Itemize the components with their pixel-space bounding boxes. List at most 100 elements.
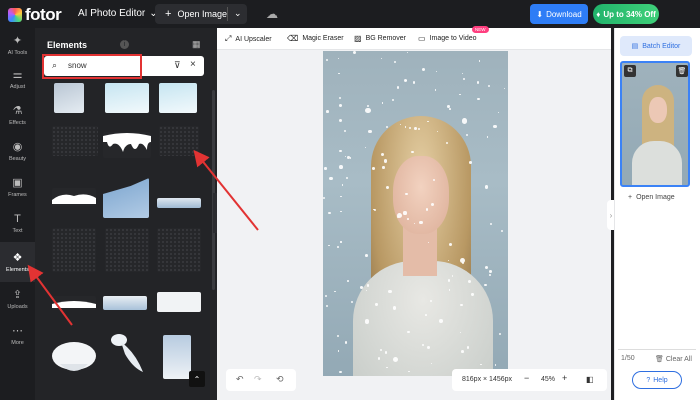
promo-button[interactable]: ♦ Up to 34% Off [593, 4, 659, 24]
open-image-link[interactable]: + Open Image [628, 194, 675, 201]
image-to-video-button[interactable]: ▭ Image to Video [418, 34, 477, 43]
grid-icon[interactable]: ▦ [192, 39, 201, 50]
snowflake [430, 202, 434, 206]
zoom-out-icon[interactable]: − [524, 373, 529, 383]
snowflake [380, 57, 383, 60]
reset-icon[interactable]: ⟲ [276, 374, 284, 385]
element-thumbnail[interactable] [52, 188, 96, 206]
rail-item-elements[interactable]: ❖ Elements [0, 242, 35, 282]
element-thumbnail[interactable] [159, 126, 199, 156]
snowflake [445, 141, 448, 144]
snowflake [488, 269, 492, 273]
snowflake [366, 284, 370, 287]
trash-icon[interactable]: 🗑 [676, 65, 688, 77]
rail-item-ai-tools[interactable]: ✦ AI Tools [0, 28, 35, 62]
snowflake [419, 221, 423, 225]
snowflake [337, 350, 340, 353]
elements-panel: Elements i ▦ ⌕ snow ⊽ × [35, 28, 217, 400]
bg-remover-button[interactable]: ▨ BG Remover [354, 34, 406, 43]
element-thumbnail[interactable] [52, 228, 96, 272]
rail-item-uploads[interactable]: ⇪ Uploads [0, 282, 35, 316]
chevron-down-icon[interactable]: ⌄ [234, 8, 242, 19]
magic-eraser-button[interactable]: ⌫ Magic Eraser [287, 34, 344, 43]
info-icon[interactable]: i [120, 40, 129, 49]
snowflake [489, 222, 493, 226]
snowflake [380, 348, 382, 351]
panel-scrollbar[interactable] [212, 90, 215, 290]
rail-item-beauty[interactable]: ◉ Beauty [0, 134, 35, 168]
snowflake [467, 279, 471, 283]
element-thumbnail[interactable] [105, 228, 149, 272]
element-thumbnail[interactable] [157, 198, 201, 208]
fotor-logo[interactable]: fotor [8, 5, 62, 25]
snowflake [334, 290, 336, 293]
redo-icon[interactable]: ↷ [254, 374, 262, 385]
help-button[interactable]: ? Help [632, 371, 682, 389]
download-icon: ⬇ [536, 9, 544, 19]
magic-wand-icon: ✦ [12, 34, 23, 47]
element-thumbnail[interactable] [105, 328, 149, 376]
snowflake [325, 58, 329, 61]
fit-screen-icon[interactable]: ◧ [586, 375, 594, 384]
snowflake [328, 244, 330, 247]
snowflake [347, 279, 349, 282]
top-bar: fotor AI Photo Editor ⌄ + Open Image ⌄ ☁… [0, 0, 700, 28]
layers-icon[interactable]: ⧉ [624, 65, 636, 77]
scroll-to-top-button[interactable]: ⌃ [189, 371, 205, 387]
filter-icon[interactable]: ⊽ [174, 60, 181, 71]
download-button[interactable]: ⬇ Download [530, 4, 588, 24]
zoom-in-icon[interactable]: + [562, 373, 567, 383]
snowflake [478, 60, 481, 62]
snowflake [484, 266, 488, 270]
zoom-level[interactable]: 45% [541, 376, 555, 383]
rail-item-effects[interactable]: ⚗ Effects [0, 98, 35, 132]
snowflake [471, 293, 474, 296]
help-label: Help [653, 376, 668, 384]
element-thumbnail[interactable] [103, 178, 149, 218]
image-thumbnail-card[interactable] [620, 61, 690, 187]
snowflake [339, 195, 342, 198]
left-rail: ✦ AI Tools ⚌ Adjust ⚗ Effects ◉ Beauty ▣… [0, 28, 35, 400]
app-menu-dropdown[interactable]: AI Photo Editor ⌄ [78, 8, 158, 19]
rail-item-label: Uploads [7, 303, 28, 310]
snowflake [406, 52, 408, 54]
batch-editor-button[interactable]: ▤ Batch Editor [620, 36, 692, 56]
rail-item-more[interactable]: ⋯ More [0, 318, 35, 352]
snowflake [359, 286, 363, 290]
snowflake [439, 318, 443, 323]
cloud-icon[interactable]: ☁ [266, 7, 278, 21]
clear-all-button[interactable]: 🗑 Clear All [655, 355, 692, 363]
edited-photo[interactable] [323, 51, 508, 376]
element-thumbnail[interactable] [54, 83, 84, 113]
element-thumbnail[interactable] [103, 296, 147, 310]
element-thumbnail[interactable] [157, 228, 201, 272]
undo-icon[interactable]: ↶ [236, 374, 244, 385]
element-thumbnail[interactable] [159, 83, 197, 113]
element-thumbnail[interactable] [163, 335, 191, 379]
snowflake [324, 167, 327, 170]
element-thumbnail[interactable] [52, 296, 96, 310]
rail-item-frames[interactable]: ▣ Frames [0, 170, 35, 204]
tool-bar: ⤢ AI Upscaler ⌫ Magic Eraser ▨ BG Remove… [217, 26, 611, 50]
batch-icon: ▤ [631, 43, 639, 50]
snowflake [403, 211, 407, 215]
snowflake [462, 118, 468, 124]
rail-item-adjust[interactable]: ⚌ Adjust [0, 62, 35, 96]
element-thumbnail[interactable] [157, 292, 201, 312]
snowflake [405, 192, 408, 195]
ai-upscaler-button[interactable]: ⤢ AI Upscaler [225, 34, 272, 44]
rail-item-text[interactable]: T Text [0, 206, 35, 240]
snowflake [460, 349, 464, 353]
element-thumbnail[interactable] [103, 132, 151, 158]
chevron-right-icon: › [609, 210, 613, 220]
element-thumbnail[interactable] [52, 126, 98, 156]
snowflake [323, 196, 325, 199]
element-thumbnail[interactable] [105, 83, 149, 113]
close-icon[interactable]: × [190, 59, 196, 70]
element-thumbnail[interactable] [50, 338, 98, 378]
snowflake [448, 108, 451, 110]
fotor-logo-icon [8, 8, 22, 22]
snowflake [381, 102, 384, 105]
zoom-controls: 816px × 1456px − 45% + ◧ [452, 369, 607, 391]
open-image-button[interactable]: + Open Image ⌄ [155, 4, 247, 24]
